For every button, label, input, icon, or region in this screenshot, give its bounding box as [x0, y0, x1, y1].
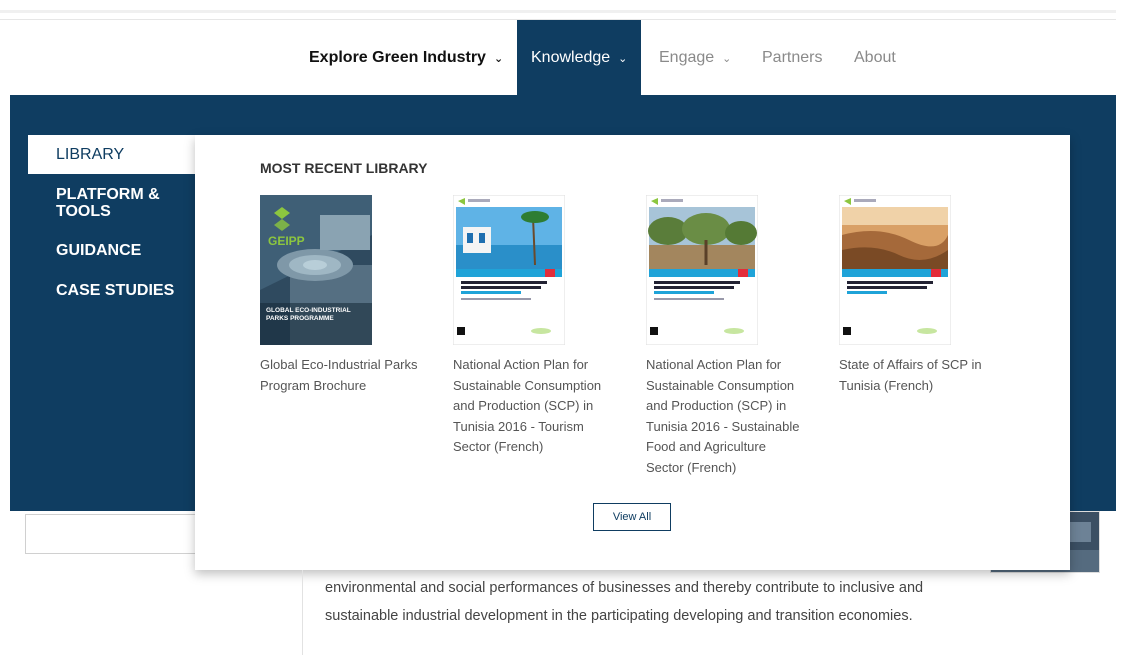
library-card-title[interactable]: State of Affairs of SCP in Tunisia (Fren…: [839, 355, 999, 396]
chevron-down-icon: ⌄: [493, 53, 504, 65]
body-line: sustainable industrial development in th…: [325, 608, 913, 624]
nav-knowledge[interactable]: Knowledge ⌄: [517, 20, 642, 95]
cover-text-bottom: GLOBAL ECO-INDUSTRIAL PARKS PROGRAMME: [266, 307, 351, 322]
side-item-platform-tools[interactable]: PLATFORM & TOOLS: [28, 186, 168, 220]
side-item-library[interactable]: LIBRARY: [28, 135, 195, 174]
nav-label: Partners: [762, 48, 823, 66]
library-cover-image[interactable]: [839, 195, 951, 345]
library-card-title[interactable]: Global Eco-Industrial Parks Program Broc…: [260, 355, 420, 396]
side-item-label: LIBRARY: [56, 146, 125, 163]
chevron-down-icon: ⌄: [722, 53, 732, 65]
library-cover-image[interactable]: GEIPP GLOBAL ECO-INDUSTRIAL PARKS PROGRA…: [260, 195, 372, 345]
nav-engage[interactable]: Engage ⌄: [659, 20, 731, 95]
side-item-case-studies[interactable]: CASE STUDIES: [28, 282, 195, 299]
side-item-label: CASE STUDIES: [56, 282, 175, 299]
body-line: environmental and social performances of…: [325, 580, 924, 596]
nav-label: Engage: [659, 48, 715, 66]
view-all-button[interactable]: View All: [593, 503, 671, 531]
library-card-title[interactable]: National Action Plan for Sustainable Con…: [646, 355, 806, 478]
library-card-title[interactable]: National Action Plan for Sustainable Con…: [453, 355, 613, 458]
nav-partners[interactable]: Partners: [762, 20, 822, 95]
library-cover-image[interactable]: [646, 195, 758, 345]
cover-text-top: GEIPP: [268, 234, 305, 248]
panel-title: MOST RECENT LIBRARY: [260, 160, 428, 176]
nav-label: Explore Green Industry: [309, 48, 486, 66]
megamenu-panel: MOST RECENT LIBRARY GEIPP GLOBAL ECO-IND…: [195, 135, 1070, 570]
nav-about[interactable]: About: [854, 20, 896, 95]
chevron-down-icon: ⌄: [618, 53, 628, 65]
side-item-label: PLATFORM & TOOLS: [56, 186, 160, 220]
sidebar-box: [25, 514, 200, 554]
side-item-label: GUIDANCE: [56, 242, 142, 259]
nav-label: Knowledge: [531, 48, 611, 66]
nav-label: About: [854, 48, 896, 66]
nav-explore-green-industry[interactable]: Explore Green Industry ⌄: [309, 20, 503, 95]
library-cover-image[interactable]: [453, 195, 565, 345]
megamenu-side-menu: LIBRARY PLATFORM & TOOLS GUIDANCE CASE S…: [28, 135, 195, 299]
top-rule: [0, 10, 1116, 20]
body-paragraph: environmental and social performances of…: [325, 571, 1025, 629]
content-divider: [302, 570, 303, 655]
side-item-guidance[interactable]: GUIDANCE: [28, 242, 195, 259]
main-nav: Explore Green Industry ⌄ Knowledge ⌄ Eng…: [0, 20, 1126, 95]
